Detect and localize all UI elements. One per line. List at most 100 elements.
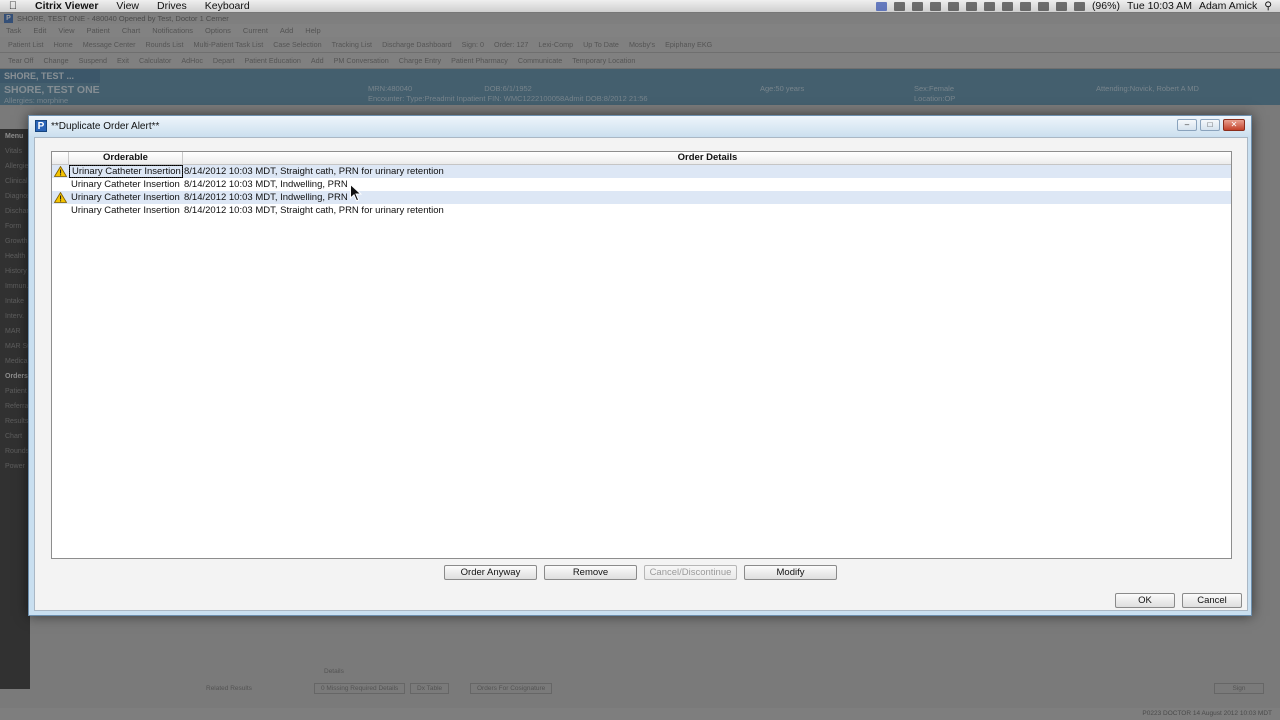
tb-calculator[interactable]: Calculator — [139, 56, 171, 65]
volume-icon[interactable] — [1055, 1, 1067, 11]
tb-epiphany-ekg[interactable]: Epiphany EKG — [665, 40, 712, 49]
remove-button[interactable]: Remove — [544, 565, 637, 580]
tb-tracking-list[interactable]: Tracking List — [332, 40, 372, 49]
row-orderable[interactable]: Urinary Catheter Insertion — [69, 178, 183, 191]
host-menu-add[interactable]: Add — [274, 26, 299, 35]
tb-case-selection[interactable]: Case Selection — [273, 40, 321, 49]
nav-item[interactable]: Immun. — [0, 279, 30, 294]
nav-item[interactable]: Menu — [0, 129, 30, 144]
nav-item[interactable]: MAR — [0, 324, 30, 339]
apple-menu-icon[interactable]:  — [0, 0, 26, 12]
status-icon[interactable] — [965, 1, 977, 11]
row-orderable[interactable]: Urinary Catheter Insertion — [69, 165, 183, 178]
menu-view[interactable]: View — [107, 0, 148, 12]
order-anyway-button[interactable]: Order Anyway — [444, 565, 537, 580]
table-row[interactable]: Urinary Catheter Insertion 8/14/2012 10:… — [52, 191, 1231, 204]
battery-icon[interactable] — [1073, 1, 1085, 11]
orders-for-cosignature-button[interactable]: Orders For Cosignature — [470, 683, 553, 694]
tb-change[interactable]: Change — [43, 56, 68, 65]
dx-table-button[interactable]: Dx Table — [410, 683, 450, 694]
nav-item[interactable]: Power — [0, 459, 30, 474]
host-menu-options[interactable]: Options — [199, 26, 237, 35]
nav-item[interactable]: MAR Sum. — [0, 339, 30, 354]
nav-item[interactable]: Clinical — [0, 174, 30, 189]
nav-item[interactable]: Health — [0, 249, 30, 264]
host-menu-task[interactable]: Task — [0, 26, 27, 35]
tb-discharge-dashboard[interactable]: Discharge Dashboard — [382, 40, 452, 49]
tb-home[interactable]: Home — [54, 40, 73, 49]
patient-tab[interactable]: SHORE, TEST ... — [0, 69, 100, 83]
tb-adhoc[interactable]: AdHoc — [181, 56, 203, 65]
host-menu-chart[interactable]: Chart — [116, 26, 146, 35]
host-menu-patient[interactable]: Patient — [80, 26, 115, 35]
table-row[interactable]: Urinary Catheter Insertion 8/14/2012 10:… — [52, 178, 1231, 191]
menu-app-name[interactable]: Citrix Viewer — [26, 0, 107, 12]
nav-item[interactable]: Vitals — [0, 144, 30, 159]
header-order-details[interactable]: Order Details — [183, 152, 1232, 164]
host-menu-view[interactable]: View — [52, 26, 80, 35]
tb-patient-pharmacy[interactable]: Patient Pharmacy — [451, 56, 508, 65]
sign-button[interactable]: Sign — [1214, 683, 1264, 694]
row-orderable[interactable]: Urinary Catheter Insertion — [69, 204, 183, 217]
nav-item[interactable]: Medical — [0, 354, 30, 369]
nav-item-orders[interactable]: Orders — [0, 369, 30, 384]
tb-charge-entry[interactable]: Charge Entry — [399, 56, 441, 65]
tb-patient-education[interactable]: Patient Education — [245, 56, 301, 65]
ok-button[interactable]: OK — [1115, 593, 1175, 608]
tb-add[interactable]: Add — [311, 56, 324, 65]
nav-item[interactable]: History — [0, 264, 30, 279]
related-results[interactable]: Related Results — [200, 684, 258, 695]
nav-item[interactable]: Growth — [0, 234, 30, 249]
nav-item[interactable]: Diagnoses — [0, 189, 30, 204]
status-icon[interactable] — [1001, 1, 1013, 11]
host-menu-help[interactable]: Help — [299, 26, 326, 35]
row-orderable[interactable]: Urinary Catheter Insertion — [69, 191, 183, 204]
host-menu-notifications[interactable]: Notifications — [146, 26, 199, 35]
nav-item[interactable]: Rounds — [0, 444, 30, 459]
tb-suspend[interactable]: Suspend — [79, 56, 107, 65]
bluetooth-icon[interactable] — [1019, 1, 1031, 11]
menu-keyboard[interactable]: Keyboard — [196, 0, 259, 12]
tb-tear-off[interactable]: Tear Off — [8, 56, 33, 65]
tb-message-center[interactable]: Message Center — [83, 40, 136, 49]
nav-item[interactable]: Referral — [0, 399, 30, 414]
tb-patient-list[interactable]: Patient List — [8, 40, 44, 49]
status-icon[interactable] — [947, 1, 959, 11]
minimize-icon[interactable]: – — [1177, 119, 1197, 131]
tb-exit[interactable]: Exit — [117, 56, 129, 65]
clock[interactable]: Tue 10:03 AM — [1127, 0, 1192, 12]
nav-item[interactable]: Patient — [0, 384, 30, 399]
cancel-discontinue-button[interactable]: Cancel/Discontinue — [644, 565, 737, 580]
details-label[interactable]: Details — [318, 667, 350, 678]
nav-item[interactable]: Allergies — [0, 159, 30, 174]
status-icon[interactable] — [983, 1, 995, 11]
nav-item[interactable]: Interv. — [0, 309, 30, 324]
nav-item[interactable]: Form — [0, 219, 30, 234]
nav-item[interactable]: Results — [0, 414, 30, 429]
user-name[interactable]: Adam Amick — [1199, 0, 1257, 12]
tb-temporary-location[interactable]: Temporary Location — [572, 56, 635, 65]
status-icon[interactable] — [875, 1, 887, 11]
spotlight-search-icon[interactable]: ⚲ — [1264, 0, 1272, 12]
menu-drives[interactable]: Drives — [148, 0, 196, 12]
maximize-icon[interactable]: □ — [1200, 119, 1220, 131]
wifi-icon[interactable] — [1037, 1, 1049, 11]
host-menu-edit[interactable]: Edit — [27, 26, 52, 35]
table-row[interactable]: Urinary Catheter Insertion 8/14/2012 10:… — [52, 165, 1231, 178]
nav-item[interactable]: Intake — [0, 294, 30, 309]
nav-item[interactable]: Discharge — [0, 204, 30, 219]
missing-required-details-button[interactable]: 0 Missing Required Details — [314, 683, 406, 694]
close-icon[interactable]: ✕ — [1223, 119, 1245, 131]
host-menu-current[interactable]: Current — [237, 26, 274, 35]
tb-rounds-list[interactable]: Rounds List — [145, 40, 183, 49]
cancel-button[interactable]: Cancel — [1182, 593, 1242, 608]
modify-button[interactable]: Modify — [744, 565, 837, 580]
tb-lexi-comp[interactable]: Lexi-Comp — [538, 40, 573, 49]
tb-multi-patient-task-list[interactable]: Multi-Patient Task List — [193, 40, 263, 49]
table-row[interactable]: Urinary Catheter Insertion 8/14/2012 10:… — [52, 204, 1231, 217]
header-orderable[interactable]: Orderable — [69, 152, 183, 164]
dialog-title-bar[interactable]: P **Duplicate Order Alert** – □ ✕ — [29, 116, 1251, 136]
status-icon[interactable] — [893, 1, 905, 11]
tb-mosbys[interactable]: Mosby's — [629, 40, 655, 49]
tb-communicate[interactable]: Communicate — [518, 56, 562, 65]
